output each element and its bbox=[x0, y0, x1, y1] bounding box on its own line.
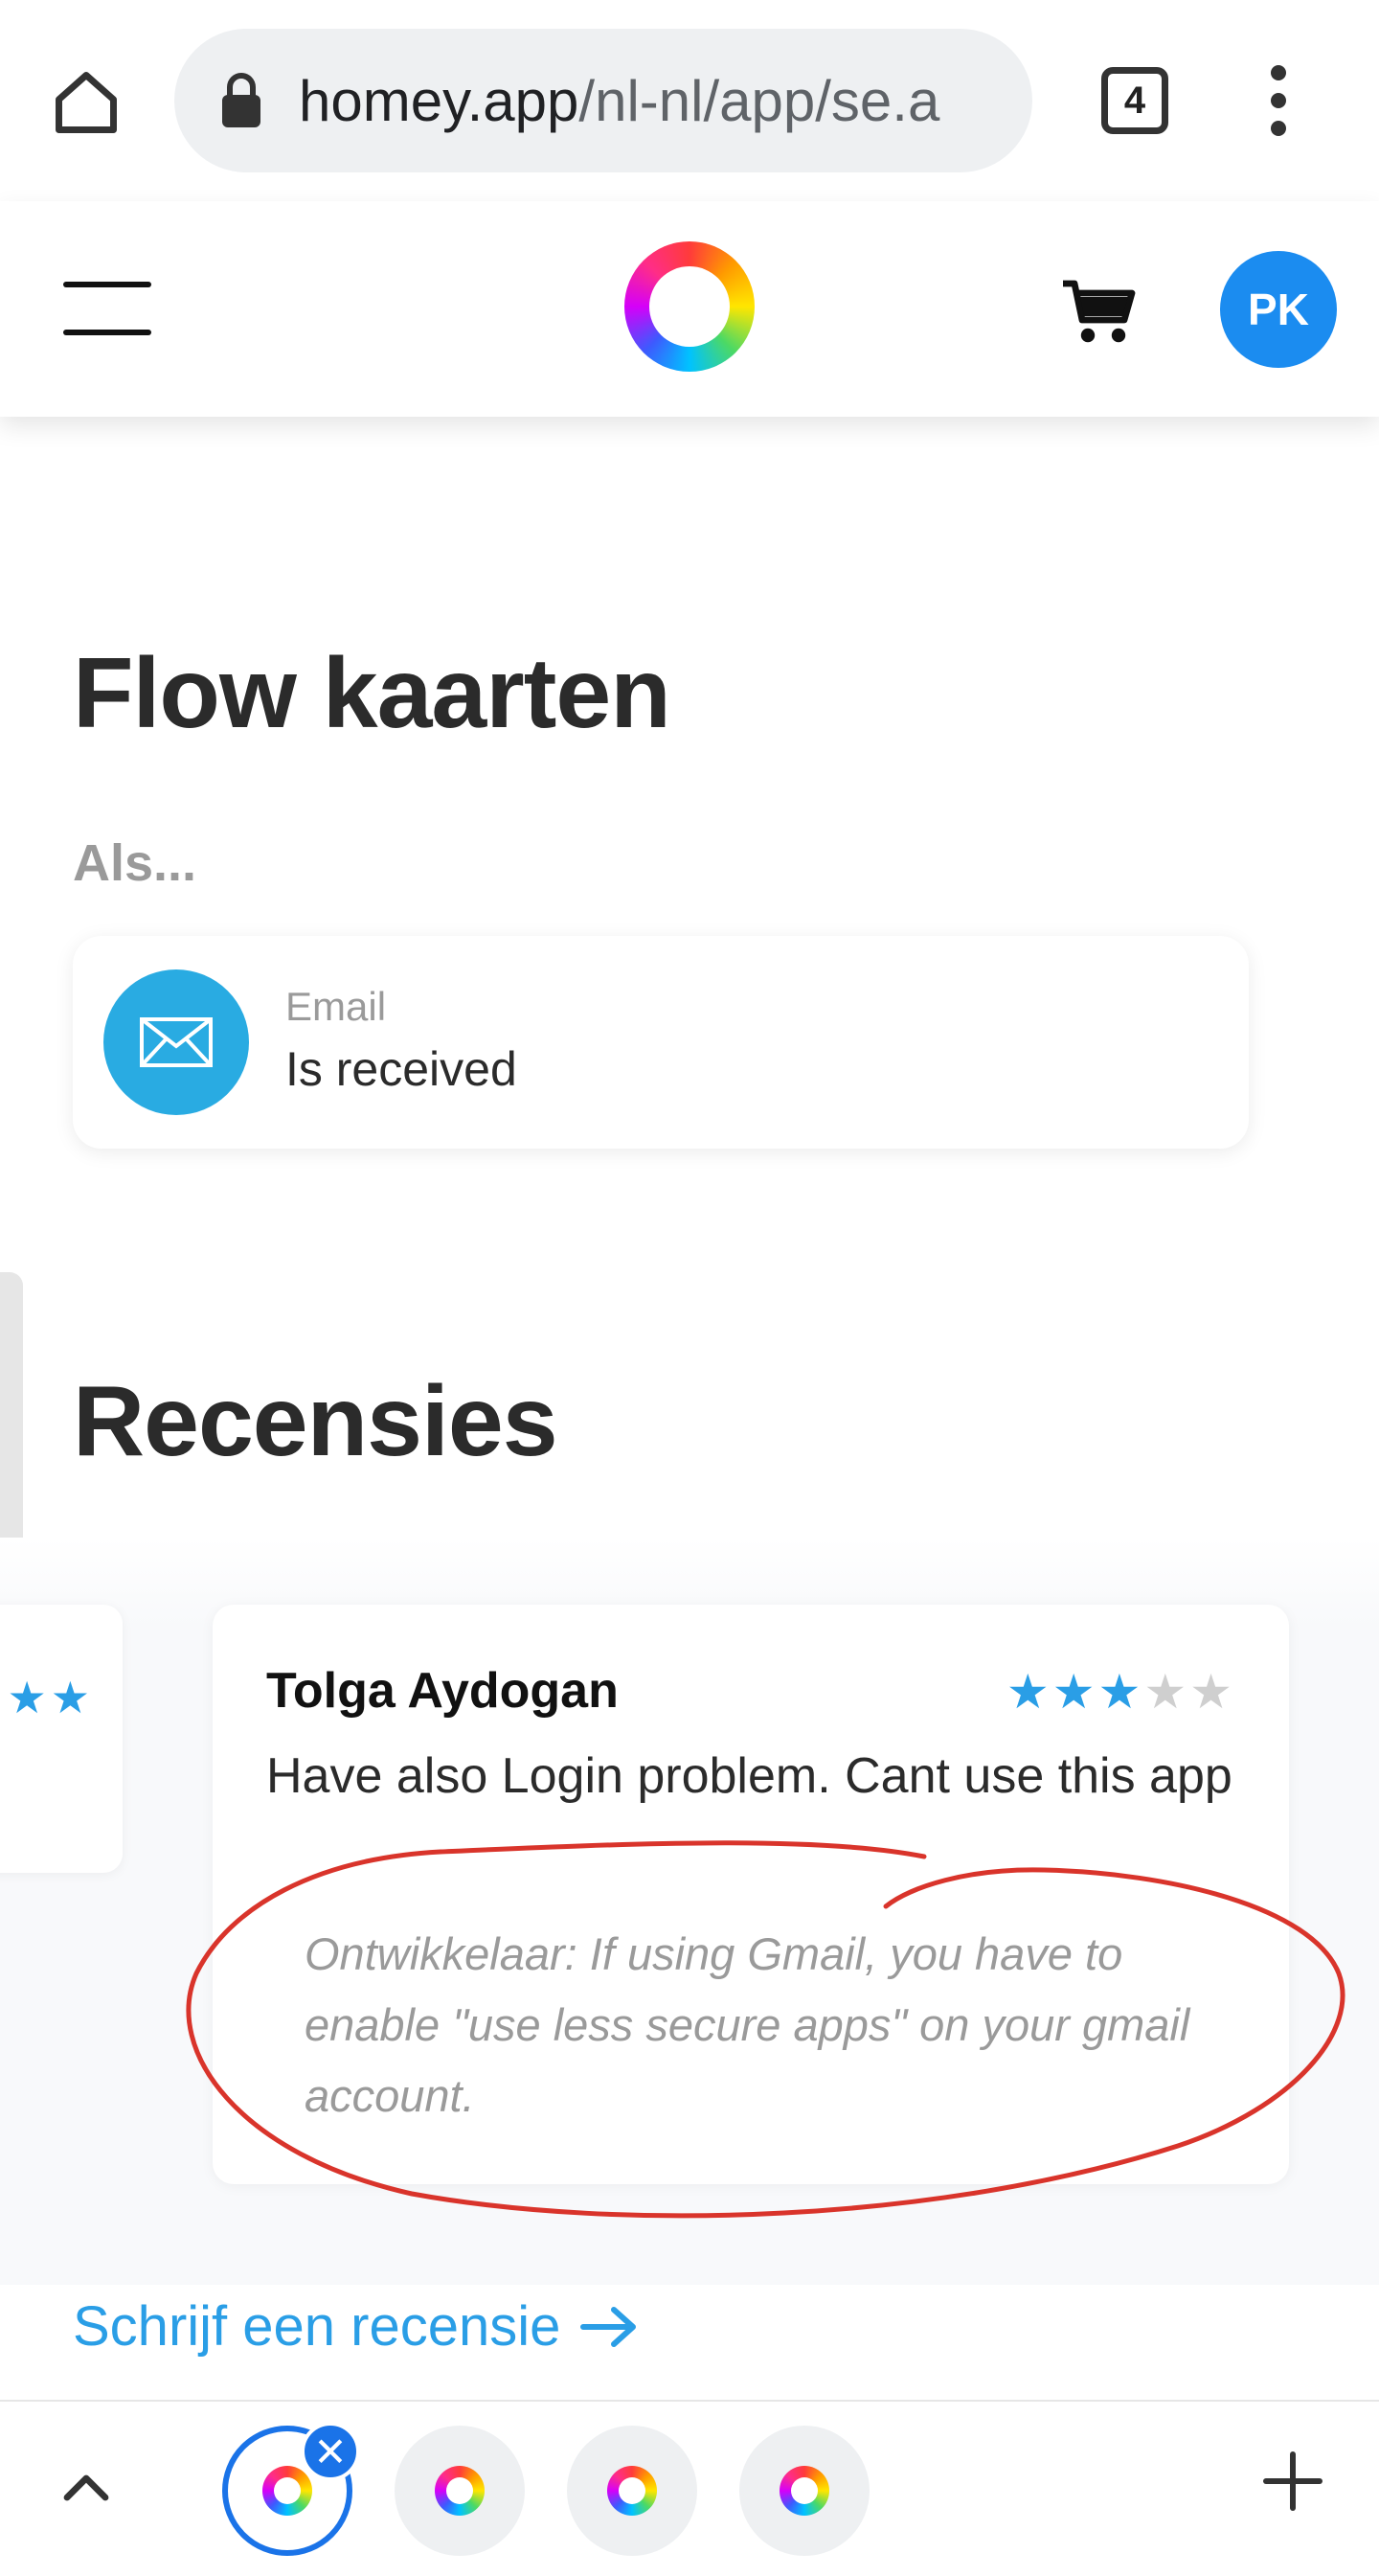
write-review-link[interactable]: Schrijf een recensie bbox=[73, 2294, 641, 2359]
homey-logo bbox=[262, 2466, 312, 2516]
tab-thumb[interactable] bbox=[739, 2426, 870, 2556]
page-content: Flow kaarten Als... Email Is received Re… bbox=[0, 417, 1379, 2400]
close-icon[interactable]: ✕ bbox=[301, 2422, 360, 2481]
write-review-label: Schrijf een recensie bbox=[73, 2295, 561, 2358]
cart-icon[interactable] bbox=[1061, 278, 1138, 347]
flow-section-title: Flow kaarten bbox=[73, 638, 671, 749]
homey-logo bbox=[607, 2466, 657, 2516]
browser-toolbar: homey.app/nl-nl/app/se.a 4 bbox=[0, 0, 1379, 201]
tabs-button[interactable]: 4 bbox=[1101, 67, 1168, 134]
url-path: /nl-nl/app/se.a bbox=[578, 68, 940, 133]
plus-icon[interactable] bbox=[1259, 2448, 1326, 2515]
flow-card-name: Is received bbox=[285, 1042, 517, 1096]
hamburger-icon[interactable] bbox=[63, 282, 151, 335]
tab-thumb-active[interactable]: ✕ bbox=[222, 2422, 360, 2556]
review-stars-previous: ★★ bbox=[7, 1673, 94, 1722]
reviews-section-title: Recensies bbox=[73, 1366, 558, 1477]
site-header: PK bbox=[0, 201, 1379, 417]
review-body: Have also Login problem. Cant use this a… bbox=[266, 1748, 1232, 1804]
tab-strip: ✕ bbox=[0, 2400, 1379, 2576]
star-empty-icon: ★ bbox=[1189, 1665, 1235, 1719]
star-filled-icon: ★ bbox=[1051, 1665, 1098, 1719]
review-card[interactable]: Tolga Aydogan ★★★★★ Have also Login prob… bbox=[213, 1605, 1289, 2184]
flow-card-email[interactable]: Email Is received bbox=[73, 936, 1249, 1149]
lock-icon bbox=[220, 72, 262, 129]
homey-logo bbox=[780, 2466, 829, 2516]
url-host: homey.app bbox=[299, 68, 579, 133]
chevron-up-icon[interactable] bbox=[57, 2459, 115, 2517]
developer-reply: Ontwikkelaar: If using Gmail, you have t… bbox=[305, 1928, 1190, 2121]
star-filled-icon: ★ bbox=[1097, 1665, 1144, 1719]
url-text[interactable]: homey.app/nl-nl/app/se.a bbox=[299, 68, 1007, 134]
flow-condition-label: Als... bbox=[73, 834, 197, 892]
homey-search-logo bbox=[435, 2466, 485, 2516]
home-icon[interactable] bbox=[43, 59, 129, 146]
avatar[interactable]: PK bbox=[1220, 251, 1337, 368]
star-filled-icon: ★ bbox=[1006, 1665, 1052, 1719]
tab-thumb[interactable] bbox=[395, 2426, 525, 2556]
homey-logo[interactable] bbox=[624, 241, 755, 372]
review-author: Tolga Aydogan bbox=[266, 1663, 619, 1719]
more-vert-icon[interactable] bbox=[1245, 57, 1312, 144]
tab-count: 4 bbox=[1123, 79, 1146, 122]
review-card-previous[interactable]: ★★ bbox=[0, 1605, 123, 1873]
address-bar[interactable]: homey.app/nl-nl/app/se.a bbox=[174, 29, 1032, 172]
tab-thumb[interactable] bbox=[567, 2426, 697, 2556]
flow-card-category: Email bbox=[285, 984, 387, 1029]
arrow-right-icon bbox=[580, 2306, 637, 2347]
star-empty-icon: ★ bbox=[1143, 1665, 1190, 1719]
envelope-icon bbox=[103, 969, 249, 1115]
review-rating: ★★★★★ bbox=[1006, 1664, 1235, 1720]
